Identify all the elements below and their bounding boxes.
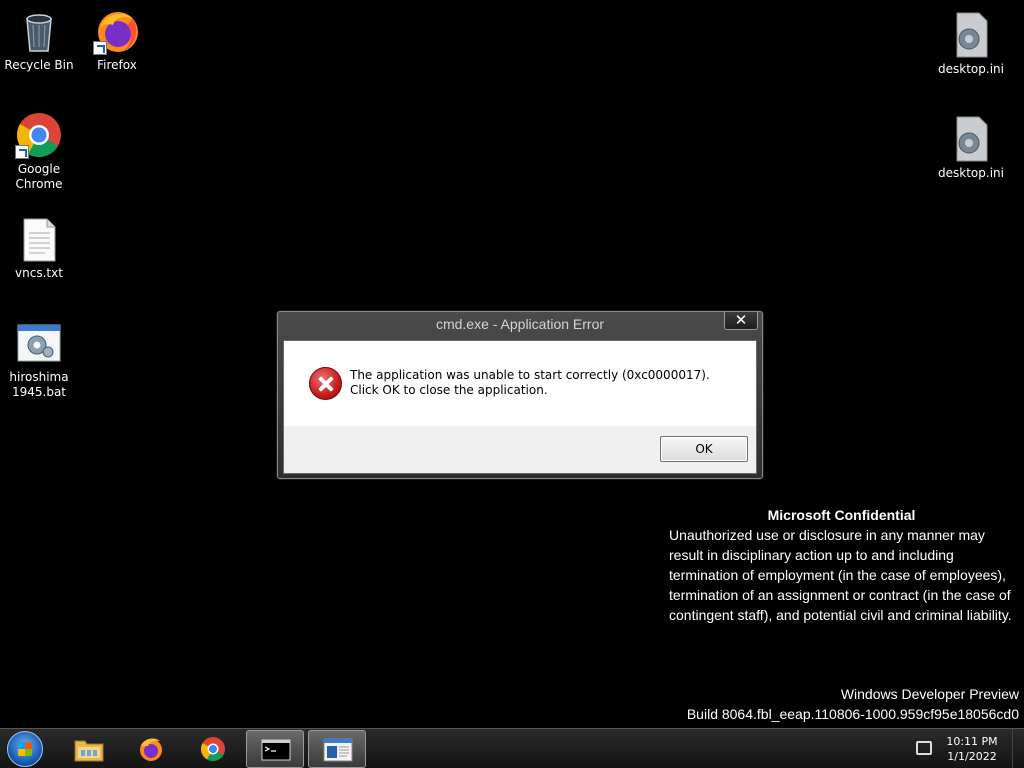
window-app-icon <box>323 737 353 763</box>
shortcut-arrow-icon <box>15 145 29 159</box>
confidential-notice: Microsoft Confidential Unauthorized use … <box>669 505 1014 625</box>
dialog-body: The application was unable to start corr… <box>283 340 757 474</box>
desktop-icon-desktop-ini[interactable]: desktop.ini <box>933 11 1009 77</box>
start-button[interactable] <box>7 731 43 767</box>
desktop-icon-desktop-ini-2[interactable]: desktop.ini <box>933 115 1009 181</box>
taskbar-item-firefox[interactable] <box>122 730 180 768</box>
desktop-icon-google-chrome[interactable]: Google Chrome <box>1 111 77 192</box>
settings-file-icon <box>947 115 995 163</box>
confidential-body: Unauthorized use or disclosure in any ma… <box>669 527 1012 623</box>
action-center-flag-icon[interactable] <box>916 741 932 755</box>
settings-file-icon <box>947 11 995 59</box>
taskbar-clock[interactable]: 10:11 PM 1/1/2022 <box>940 734 1004 764</box>
shortcut-arrow-icon <box>93 41 107 55</box>
firefox-icon <box>136 736 166 762</box>
dialog-message-area: The application was unable to start corr… <box>284 341 756 426</box>
dialog-close-button[interactable]: ✕ <box>724 312 758 330</box>
taskbar-item-file-explorer[interactable] <box>60 730 118 768</box>
desktop-icon-label: desktop.ini <box>938 62 1004 76</box>
desktop-icon-label: desktop.ini <box>938 166 1004 180</box>
clock-time: 10:11 PM <box>946 735 998 748</box>
command-prompt-icon <box>261 737 291 763</box>
dialog-button-area: OK <box>284 426 756 473</box>
chrome-icon <box>198 736 228 762</box>
desktop-icon-vncs-txt[interactable]: vncs.txt <box>1 215 77 281</box>
desktop-icon-label: Recycle Bin <box>4 58 74 72</box>
edition-text: Windows Developer Preview <box>840 686 1019 702</box>
batch-file-icon <box>15 319 63 367</box>
taskbar-item-command-prompt[interactable] <box>246 730 304 768</box>
taskbar-item-chrome[interactable] <box>184 730 242 768</box>
taskbar: 10:11 PM 1/1/2022 <box>0 728 1024 768</box>
dialog-title: cmd.exe - Application Error <box>435 316 605 332</box>
ok-button[interactable]: OK <box>660 436 748 462</box>
clock-date: 1/1/2022 <box>947 750 997 763</box>
desktop-icon-label: Google Chrome <box>15 162 63 191</box>
error-icon <box>309 367 342 400</box>
confidential-title: Microsoft Confidential <box>767 507 916 523</box>
dialog-message: The application was unable to start corr… <box>350 368 710 397</box>
chrome-icon <box>15 111 63 159</box>
desktop-icon-recycle-bin[interactable]: Recycle Bin <box>1 7 77 73</box>
desktop-icon-label: Firefox <box>97 58 137 72</box>
taskbar-item-window-app[interactable] <box>308 730 366 768</box>
file-explorer-icon <box>74 736 104 762</box>
build-watermark: Windows Developer Preview Build 8064.fbl… <box>687 684 1019 724</box>
desktop-icon-label: hiroshima 1945.bat <box>9 370 69 399</box>
text-file-icon <box>15 215 63 263</box>
show-desktop-button[interactable] <box>1012 729 1024 768</box>
desktop-icon-label: vncs.txt <box>15 266 63 280</box>
desktop-icon-firefox[interactable]: Firefox <box>79 7 155 73</box>
desktop-icon-hiroshima-bat[interactable]: hiroshima 1945.bat <box>1 319 77 400</box>
build-text: Build 8064.fbl_eeap.110806-1000.959cf95e… <box>686 706 1019 722</box>
recycle-bin-icon <box>15 7 63 55</box>
application-error-dialog: cmd.exe - Application Error ✕ The applic… <box>277 311 763 479</box>
firefox-icon <box>93 7 141 55</box>
